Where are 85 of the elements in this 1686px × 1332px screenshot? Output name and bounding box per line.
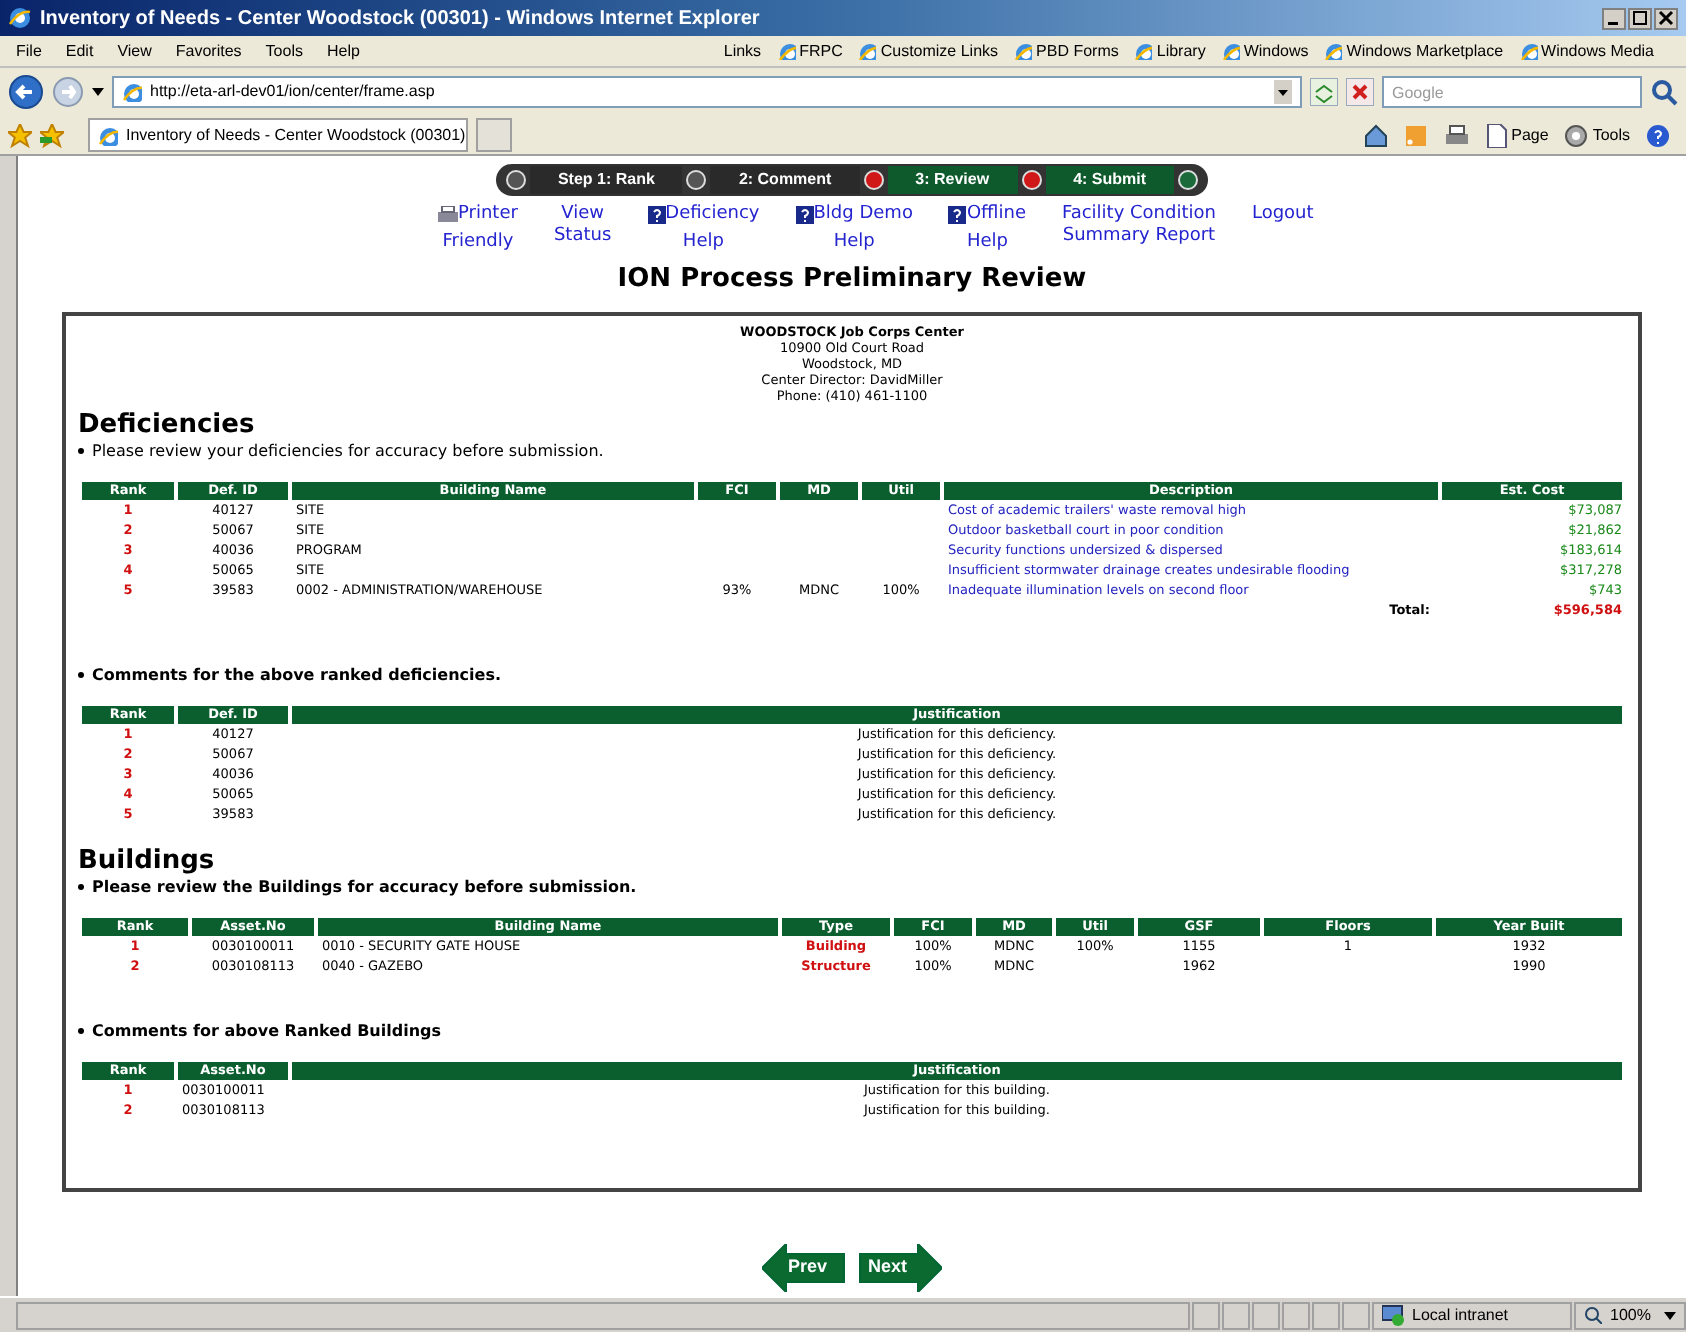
status-pane <box>1252 1301 1280 1329</box>
step-tab[interactable]: Step 1: Rank <box>529 166 683 194</box>
link-button[interactable]: FRPC <box>777 39 843 63</box>
link-button[interactable]: Windows Media <box>1519 39 1654 63</box>
menu-item[interactable]: View <box>117 39 152 63</box>
link-button[interactable]: PBD Forms <box>1014 39 1119 63</box>
browser-icon <box>8 6 32 30</box>
nav-link[interactable]: Offline Help <box>948 204 1026 254</box>
page-icon <box>777 42 796 60</box>
page-icon <box>1485 123 1508 147</box>
toolbar-button[interactable]: Page <box>1485 123 1549 147</box>
close-button[interactable] <box>1654 7 1678 29</box>
link-button[interactable]: Windows Marketplace <box>1324 39 1504 63</box>
menu-item[interactable]: Favorites <box>175 39 242 63</box>
section-note: Comments for the above ranked deficiencies. <box>92 663 501 687</box>
section-heading: Buildings <box>78 847 217 875</box>
add-favorite-icon[interactable] <box>40 123 64 147</box>
link-button[interactable]: Windows <box>1221 39 1309 63</box>
zoom-button[interactable]: 100% <box>1574 1301 1686 1329</box>
status-pane <box>1222 1301 1250 1329</box>
bullet-icon <box>78 672 84 678</box>
refresh-button[interactable] <box>1310 78 1338 106</box>
nav-link[interactable]: Printer Friendly <box>438 204 518 254</box>
menu-item[interactable]: Tools <box>265 39 303 63</box>
link-button[interactable]: Library <box>1134 39 1206 63</box>
nav-link[interactable]: View Status <box>553 204 612 248</box>
maximize-icon <box>1632 10 1648 26</box>
bullet-icon <box>78 448 84 454</box>
printer-icon <box>438 206 458 224</box>
home-icon[interactable] <box>1363 123 1388 147</box>
step-tab[interactable]: 3: Review <box>887 166 1018 194</box>
magnifier-icon <box>1584 1306 1602 1324</box>
nav-link[interactable]: Bldg Demo Help <box>795 204 913 254</box>
step-tab[interactable]: 4: Submit <box>1045 166 1175 194</box>
stop-button[interactable] <box>1346 78 1374 106</box>
page-icon <box>98 125 118 145</box>
window-title: Inventory of Needs - Center Woodstock (00301) - Windows Internet Explorer <box>40 5 760 33</box>
nav-link[interactable]: Deficiency Help <box>647 204 760 254</box>
gear-icon <box>1564 123 1589 147</box>
bullet-icon <box>78 1028 84 1034</box>
nav-link[interactable]: Facility Condition Summary Report <box>1061 204 1216 248</box>
page-icon <box>1324 42 1343 60</box>
intranet-icon <box>1382 1304 1404 1326</box>
page-title: ION Process Preliminary Review <box>617 262 1087 298</box>
menu-item[interactable]: Edit <box>65 39 94 63</box>
favorites-star-icon[interactable] <box>8 123 32 147</box>
minimize-button[interactable] <box>1602 7 1626 29</box>
menu-item[interactable]: File <box>16 39 42 63</box>
search-icon[interactable] <box>1650 78 1678 106</box>
nav-link[interactable]: Logout <box>1251 204 1314 226</box>
page-icon <box>1221 42 1240 60</box>
link-button[interactable]: Customize Links <box>858 39 999 63</box>
help-icon <box>795 206 814 224</box>
zone-label: Local intranet <box>1412 1303 1509 1327</box>
address-field[interactable]: http://eta-arl-dev01/ion/center/frame.asp <box>112 76 1302 108</box>
page-icon <box>858 42 877 60</box>
dropdown-caret-icon <box>1664 1309 1676 1321</box>
section-note: Please review the Buildings for accuracy before submission. <box>92 875 637 899</box>
close-icon <box>1658 10 1674 26</box>
page-icon <box>1519 42 1538 60</box>
bullet-icon <box>78 884 84 890</box>
page-icon <box>1134 42 1153 60</box>
page-icon <box>1014 42 1033 60</box>
links-label: Links <box>723 39 762 63</box>
section-note: Comments for above Ranked Buildings <box>92 1019 442 1043</box>
status-pane <box>1312 1301 1340 1329</box>
browser-tab[interactable]: Inventory of Needs - Center Woodstock (00301) <box>88 118 468 152</box>
help-icon[interactable] <box>1646 123 1670 147</box>
status-pane <box>1282 1301 1310 1329</box>
step-tab[interactable]: 2: Comment <box>710 166 860 194</box>
toolbar-button[interactable]: Tools <box>1564 123 1630 147</box>
next-button[interactable]: Next <box>858 1243 942 1291</box>
menu-item[interactable]: Help <box>326 39 360 63</box>
maximize-button[interactable] <box>1628 7 1652 29</box>
print-icon[interactable] <box>1443 123 1470 147</box>
dropdown-caret-icon[interactable] <box>92 86 104 98</box>
search-field[interactable]: Google <box>1382 76 1642 108</box>
dropdown-caret-icon[interactable] <box>1274 80 1292 104</box>
help-icon <box>647 206 666 224</box>
back-button[interactable] <box>8 74 44 110</box>
previous-button[interactable]: Prev <box>762 1243 846 1291</box>
section-heading: Deficiencies <box>78 411 257 439</box>
section-note: Please review your deficiencies for accuracy before submission. <box>92 439 604 463</box>
help-icon <box>948 206 967 224</box>
page-icon <box>122 82 142 102</box>
